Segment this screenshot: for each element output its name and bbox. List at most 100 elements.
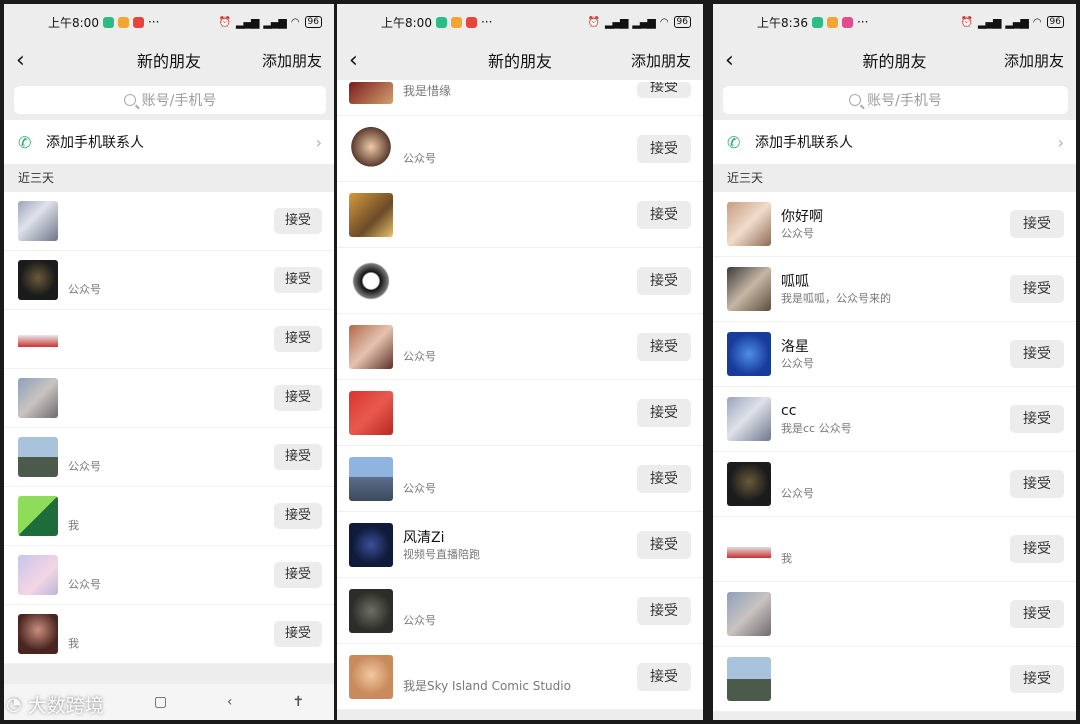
friend-request-row[interactable]: 我 接受 [4, 487, 334, 546]
friend-request-row[interactable]: 你好啊 公众号 接受 [713, 192, 1076, 257]
signal-icon: ▂▄▆ [978, 15, 1001, 29]
friend-request-row[interactable]: 接受 [713, 582, 1076, 647]
accept-button[interactable]: 接受 [274, 267, 322, 293]
accept-button[interactable]: 接受 [637, 530, 691, 559]
friend-request-row[interactable]: 接受 [4, 369, 334, 428]
friend-request-row[interactable]: 接受 [337, 248, 703, 314]
accept-button[interactable]: 接受 [637, 332, 691, 361]
friend-request-row[interactable]: 接受 [337, 380, 703, 446]
battery-icon: 96 [304, 16, 322, 28]
friend-request-row[interactable]: 公众号 接受 [337, 578, 703, 644]
status-time: 上午8:36 [757, 15, 808, 30]
add-friend-button[interactable]: 添加朋友 [262, 50, 322, 71]
friend-request-row[interactable]: cc 我是cc 公众号 接受 [713, 387, 1076, 452]
nav-bar: ‹ 新的朋友 添加朋友 [337, 40, 703, 80]
search-icon [849, 94, 862, 106]
avatar [349, 522, 393, 567]
accept-button[interactable]: 接受 [637, 266, 691, 295]
signal-icon: ▂▄▆ [632, 15, 655, 29]
friend-request-row[interactable]: 我是惜缘 接受 [337, 80, 703, 116]
back-icon[interactable]: ‹ [349, 48, 379, 73]
contact-note [781, 615, 1010, 631]
friend-request-row[interactable]: 接受 [337, 182, 703, 248]
avatar [18, 260, 58, 300]
search-input[interactable]: 账号/手机号 [723, 86, 1068, 114]
friend-request-row[interactable]: 公众号 接受 [4, 546, 334, 605]
contact-note [403, 216, 637, 232]
watermark-logo-icon: ◔ [6, 694, 22, 715]
back-icon[interactable]: ‹ [725, 48, 755, 73]
back-nav-icon[interactable]: ‹ [227, 694, 233, 710]
accept-button[interactable]: 接受 [1010, 535, 1064, 563]
accept-button[interactable]: 接受 [637, 464, 691, 493]
friend-request-row[interactable]: 风清Zi 视频号直播陪跑 接受 [337, 512, 703, 578]
friend-request-row[interactable]: 呱呱 我是呱呱，公众号来的 接受 [713, 257, 1076, 322]
accept-button[interactable]: 接受 [1010, 340, 1064, 368]
avatar [18, 378, 58, 418]
add-phone-contacts-item[interactable]: ✆ 添加手机联系人 › [4, 120, 334, 164]
search-input[interactable]: 账号/手机号 [14, 86, 326, 114]
add-friend-button[interactable]: 添加朋友 [1004, 50, 1064, 71]
accept-button[interactable]: 接受 [274, 208, 322, 234]
accept-button[interactable]: 接受 [1010, 470, 1064, 498]
accept-button[interactable]: 接受 [1010, 665, 1064, 693]
accept-button[interactable]: 接受 [637, 596, 691, 625]
friend-request-row[interactable]: 公众号 接受 [337, 314, 703, 380]
accept-button[interactable]: 接受 [1010, 275, 1064, 303]
contact-note: 公众号 [403, 151, 436, 165]
contact-note: 我 [68, 637, 79, 650]
alarm-icon: ⏰ [218, 16, 232, 28]
contact-note [68, 340, 274, 356]
accept-button[interactable]: 接受 [274, 444, 322, 470]
friend-request-list: 接受 公众号 接受 接受 接受 公众号 接受 我 接受 公众号 接受 我 接受 [4, 192, 334, 664]
avatar [349, 390, 393, 435]
home-button-icon[interactable]: ▢ [154, 694, 167, 710]
accept-button[interactable]: 接受 [274, 385, 322, 411]
friend-request-row[interactable]: 接受 [4, 192, 334, 251]
friend-request-row[interactable]: 公众号 接受 [4, 428, 334, 487]
add-phone-contacts-label: 添加手机联系人 [46, 135, 144, 151]
avatar [727, 527, 771, 571]
friend-request-row[interactable]: 我是Sky Island Comic Studio 接受 [337, 644, 703, 710]
accept-button[interactable]: 接受 [637, 200, 691, 229]
accept-button[interactable]: 接受 [637, 398, 691, 427]
search-placeholder: 账号/手机号 [867, 93, 942, 109]
accept-button[interactable]: 接受 [274, 621, 322, 647]
friend-request-row[interactable]: 我 接受 [713, 517, 1076, 582]
contact-name [68, 322, 274, 340]
app-notification-icon [102, 16, 114, 28]
accept-button[interactable]: 接受 [274, 326, 322, 352]
back-icon[interactable]: ‹ [16, 48, 46, 73]
app-notification-icon [465, 16, 477, 28]
contact-note: 公众号 [68, 578, 101, 591]
friend-request-row[interactable]: 公众号 接受 [713, 452, 1076, 517]
contact-name [403, 330, 637, 348]
app-notification-icon [435, 16, 447, 28]
contact-name [68, 499, 274, 517]
friend-request-row[interactable]: 我 接受 [4, 605, 334, 664]
friend-request-row[interactable]: 接受 [713, 647, 1076, 712]
accept-button[interactable]: 接受 [637, 662, 691, 691]
accept-button[interactable]: 接受 [1010, 600, 1064, 628]
friend-request-row[interactable]: 公众号 接受 [337, 116, 703, 182]
accept-button[interactable]: 接受 [1010, 210, 1064, 238]
more-notifications-icon: ··· [147, 15, 160, 29]
accept-button[interactable]: 接受 [274, 562, 322, 588]
accessibility-icon[interactable]: ✝ [292, 694, 304, 710]
friend-request-row[interactable]: 公众号 接受 [4, 251, 334, 310]
contact-name [403, 660, 637, 678]
avatar [727, 462, 771, 506]
accept-button[interactable]: 接受 [637, 82, 691, 98]
friend-request-row[interactable]: 接受 [4, 310, 334, 369]
accept-button[interactable]: 接受 [1010, 405, 1064, 433]
add-friend-button[interactable]: 添加朋友 [631, 50, 691, 71]
friend-request-row[interactable]: 洛星 公众号 接受 [713, 322, 1076, 387]
friend-request-row[interactable]: 公众号 接受 [337, 446, 703, 512]
contact-note [403, 282, 637, 298]
contact-note: 公众号 [68, 460, 101, 473]
add-phone-contacts-item[interactable]: ✆ 添加手机联系人 › [713, 120, 1076, 164]
wifi-icon: ◠ [290, 16, 300, 28]
accept-button[interactable]: 接受 [637, 134, 691, 163]
contact-name [68, 440, 274, 458]
accept-button[interactable]: 接受 [274, 503, 322, 529]
